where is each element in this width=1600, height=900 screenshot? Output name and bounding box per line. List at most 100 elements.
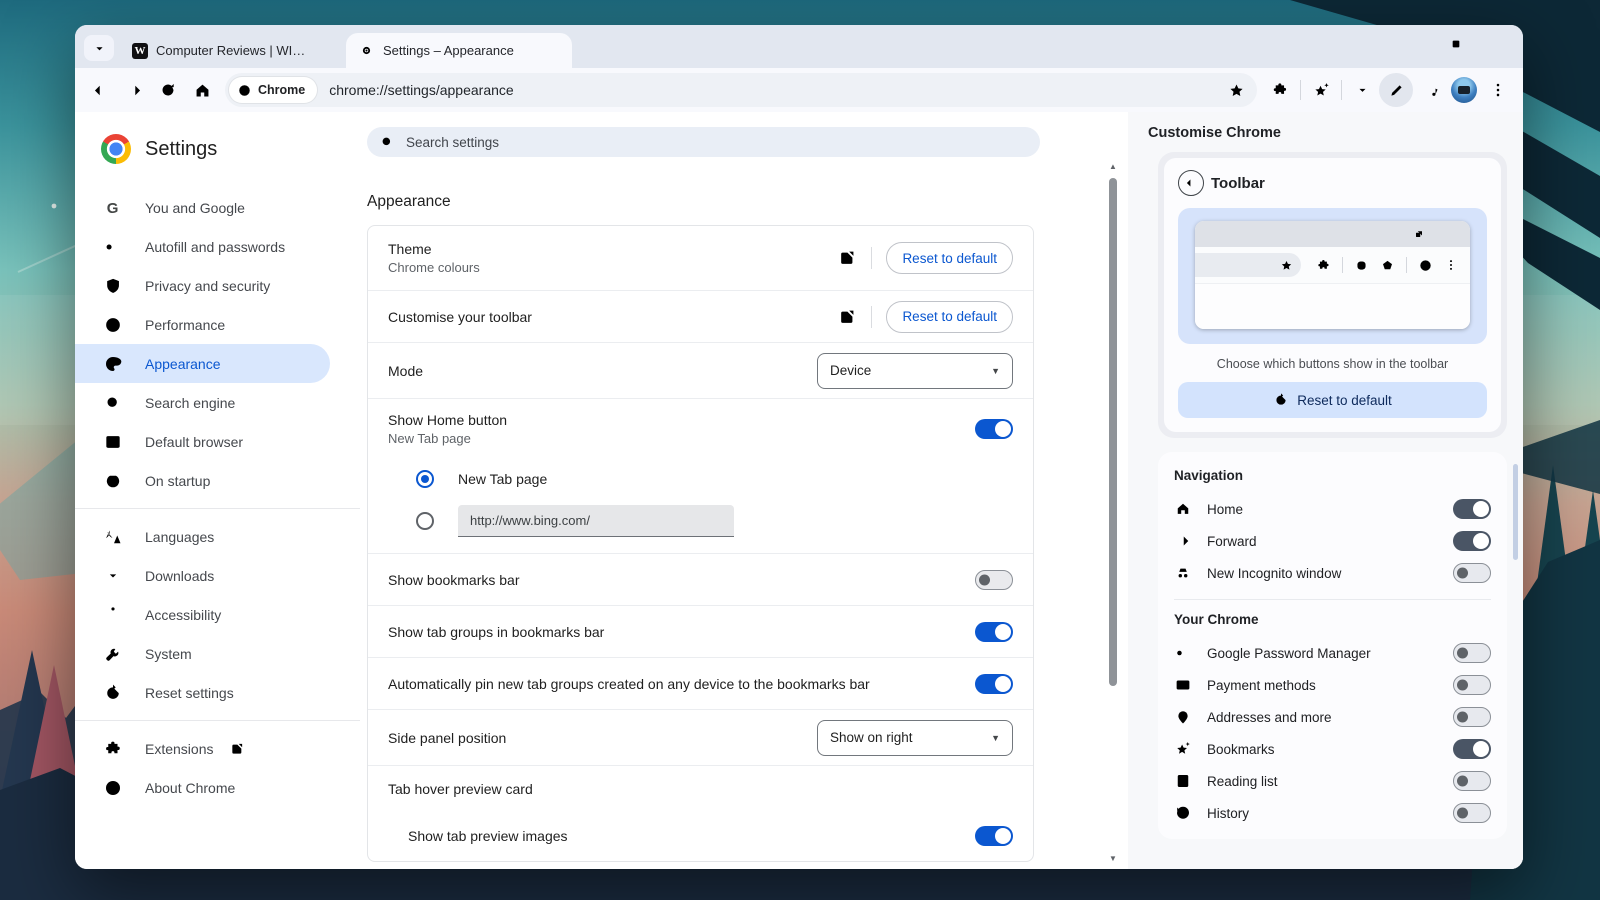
bookmarks-sparkle-icon[interactable] bbox=[1304, 73, 1338, 107]
download-icon bbox=[103, 566, 123, 586]
sidebar-item-on-startup[interactable]: On startup bbox=[75, 461, 360, 500]
browser-toolbar: Chrome chrome://settings/appearance bbox=[75, 68, 1523, 112]
sidebar-item-system[interactable]: System bbox=[75, 634, 360, 673]
new-tab-button[interactable] bbox=[580, 34, 608, 62]
sidebar-item-label: Autofill and passwords bbox=[145, 239, 285, 255]
close-button[interactable] bbox=[1478, 25, 1523, 63]
radio-new-tab-page[interactable] bbox=[416, 470, 434, 488]
profile-avatar[interactable] bbox=[1451, 77, 1477, 103]
reading-list-icon[interactable] bbox=[1413, 73, 1447, 107]
sidebar-item-label: Appearance bbox=[145, 356, 221, 372]
sidebar-item-label: You and Google bbox=[145, 200, 245, 216]
tab-search-button[interactable] bbox=[84, 35, 114, 61]
sidebar-item-appearance[interactable]: Appearance bbox=[75, 344, 330, 383]
address-bar[interactable]: Chrome chrome://settings/appearance bbox=[225, 73, 1257, 107]
settings-title: Settings bbox=[145, 138, 217, 161]
panel-row-password-manager: Google Password Manager bbox=[1174, 637, 1491, 669]
sidebar-item-reset-settings[interactable]: Reset settings bbox=[75, 673, 360, 712]
history-toggle[interactable] bbox=[1453, 803, 1491, 823]
search-settings-input[interactable] bbox=[404, 134, 1028, 151]
sidebar-item-autofill[interactable]: Autofill and passwords bbox=[75, 227, 360, 266]
home-button[interactable] bbox=[185, 73, 219, 107]
panel-row-history: History bbox=[1174, 797, 1491, 829]
panel-reset-button[interactable]: Reset to default bbox=[1178, 382, 1487, 418]
show-home-toggle[interactable] bbox=[975, 419, 1013, 439]
sidebar-item-search-engine[interactable]: Search engine bbox=[75, 383, 360, 422]
minimize-button[interactable] bbox=[1388, 25, 1433, 63]
incognito-toggle[interactable] bbox=[1453, 563, 1491, 583]
toolbar-reset-button[interactable]: Reset to default bbox=[886, 301, 1013, 333]
password-manager-toggle[interactable] bbox=[1453, 643, 1491, 663]
sidebar-item-accessibility[interactable]: Accessibility bbox=[75, 595, 360, 634]
forward-toggle[interactable] bbox=[1453, 531, 1491, 551]
site-chip[interactable]: Chrome bbox=[229, 77, 317, 103]
extensions-icon[interactable] bbox=[1263, 73, 1297, 107]
sidebar-item-languages[interactable]: Languages bbox=[75, 517, 360, 556]
panel-row-payment-methods: Payment methods bbox=[1174, 669, 1491, 701]
theme-title: Theme bbox=[388, 241, 823, 257]
customise-toolbar-title: Customise your toolbar bbox=[388, 309, 823, 325]
kebab-icon bbox=[1444, 258, 1458, 272]
sidebar-item-extensions[interactable]: Extensions bbox=[75, 729, 360, 768]
sidebar-item-performance[interactable]: Performance bbox=[75, 305, 360, 344]
tab-title: Computer Reviews | WIRED bbox=[156, 43, 310, 58]
reading-list-toggle[interactable] bbox=[1453, 771, 1491, 791]
reload-button[interactable] bbox=[151, 73, 185, 107]
tab-close-icon[interactable] bbox=[318, 42, 336, 60]
external-link-icon[interactable] bbox=[837, 307, 857, 327]
tab-settings[interactable]: Settings – Appearance bbox=[346, 33, 572, 68]
location-pin-icon bbox=[1174, 708, 1192, 726]
scroll-up-arrow[interactable]: ▲ bbox=[1108, 162, 1118, 171]
addresses-toggle[interactable] bbox=[1453, 707, 1491, 727]
url-text[interactable]: chrome://settings/appearance bbox=[329, 82, 1228, 98]
bookmarks-bar-row: Show bookmarks bar bbox=[368, 553, 1033, 605]
auto-pin-toggle[interactable] bbox=[975, 674, 1013, 694]
sidebar-item-default-browser[interactable]: Default browser bbox=[75, 422, 360, 461]
panel-title: Customise Chrome bbox=[1148, 125, 1281, 141]
new-tab-page-option[interactable]: New Tab page bbox=[368, 459, 1033, 499]
downloads-icon[interactable] bbox=[1345, 73, 1379, 107]
tab-groups-toggle[interactable] bbox=[975, 622, 1013, 642]
panel-back-button[interactable] bbox=[1178, 170, 1204, 196]
mode-select[interactable]: Device ▼ bbox=[817, 353, 1013, 389]
side-panel-position-select[interactable]: Show on right ▼ bbox=[817, 720, 1013, 756]
maximize-button[interactable] bbox=[1433, 25, 1478, 63]
sidebar-item-about-chrome[interactable]: About Chrome bbox=[75, 768, 360, 807]
external-link-icon[interactable] bbox=[837, 248, 857, 268]
bookmarks-toggle[interactable] bbox=[1453, 739, 1491, 759]
theme-reset-button[interactable]: Reset to default bbox=[886, 242, 1013, 274]
tab-wired[interactable]: W Computer Reviews | WIRED bbox=[120, 33, 346, 68]
menu-kebab-icon[interactable] bbox=[1481, 73, 1515, 107]
panel-row-label: Forward bbox=[1207, 534, 1438, 549]
panel-close-icon[interactable] bbox=[1485, 125, 1501, 141]
window-controls bbox=[1388, 25, 1523, 63]
sidebar-item-privacy[interactable]: Privacy and security bbox=[75, 266, 360, 305]
custom-home-url-input[interactable] bbox=[458, 505, 734, 537]
tab-close-icon[interactable] bbox=[544, 42, 562, 60]
sidebar-item-downloads[interactable]: Downloads bbox=[75, 556, 360, 595]
customize-chrome-pencil-icon[interactable] bbox=[1379, 73, 1413, 107]
home-toggle[interactable] bbox=[1453, 499, 1491, 519]
sidebar-item-label: Downloads bbox=[145, 568, 214, 584]
bookmark-star-icon[interactable] bbox=[1228, 82, 1245, 99]
tab-preview-toggle[interactable] bbox=[975, 826, 1013, 846]
browser-window: W Computer Reviews | WIRED Settings – Ap… bbox=[75, 25, 1523, 869]
main-scrollbar[interactable]: ▲ ▼ bbox=[1108, 162, 1118, 863]
mode-row: Mode Device ▼ bbox=[368, 342, 1033, 398]
custom-url-option[interactable] bbox=[368, 499, 1033, 543]
theme-row: Theme Chrome colours Reset to default bbox=[368, 226, 1033, 290]
settings-header: Settings bbox=[75, 126, 360, 188]
search-settings-bar[interactable] bbox=[367, 127, 1040, 157]
panel-row-label: Payment methods bbox=[1207, 678, 1438, 693]
scroll-down-arrow[interactable]: ▼ bbox=[1108, 854, 1118, 863]
sidebar-item-you-and-google[interactable]: You and Google bbox=[75, 188, 360, 227]
payment-methods-toggle[interactable] bbox=[1453, 675, 1491, 695]
power-icon bbox=[103, 471, 123, 491]
back-button[interactable] bbox=[83, 73, 117, 107]
radio-custom-url[interactable] bbox=[416, 512, 434, 530]
panel-scrollbar-thumb[interactable] bbox=[1513, 464, 1518, 560]
forward-button[interactable] bbox=[117, 73, 151, 107]
bookmarks-bar-toggle[interactable] bbox=[975, 570, 1013, 590]
scrollbar-thumb[interactable] bbox=[1109, 178, 1117, 686]
arrow-right-icon bbox=[1174, 532, 1192, 550]
